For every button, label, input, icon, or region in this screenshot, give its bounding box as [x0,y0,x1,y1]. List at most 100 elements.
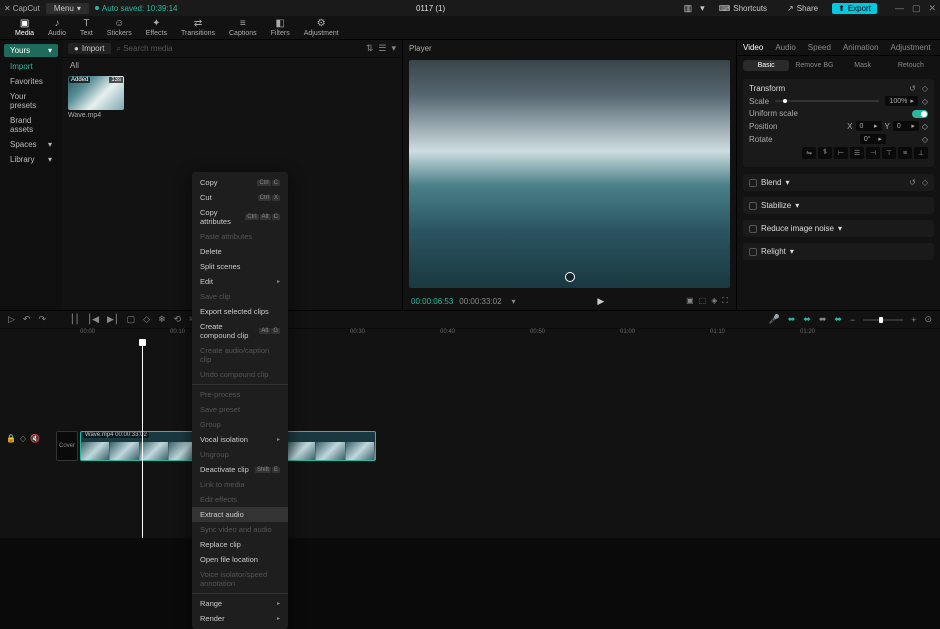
menu-button[interactable]: Menu ▾ [46,3,89,14]
zoom-slider[interactable] [863,319,903,321]
sidebar-item-library[interactable]: Library▾ [4,152,58,167]
menu-item-split-scenes[interactable]: Split scenes [192,259,288,274]
module-tab-filters[interactable]: ◧Filters [264,19,297,39]
layout-dropdown-icon[interactable]: ▾ [700,3,705,14]
menu-item-copy-attributes[interactable]: Copy attributesCtrlAltC [192,205,288,229]
sidebar-item-spaces[interactable]: Spaces▾ [4,137,58,152]
trim-right-icon[interactable]: ▶⎮ [107,314,119,325]
center-handle-icon[interactable] [565,272,575,282]
track-mute-icon[interactable]: 🔇 [30,434,40,443]
video-preview[interactable] [409,60,730,288]
play-button[interactable]: ▶ [522,296,681,307]
source-dropdown[interactable]: Yours▾ [4,44,58,57]
keyframe-icon[interactable]: ◇ [922,84,928,93]
inspector-tab-video[interactable]: Video [743,43,763,52]
extract-icon[interactable]: ◇ [143,314,150,325]
rotate-keyframe-icon[interactable]: ◇ [922,135,928,144]
playhead[interactable] [142,343,143,538]
sidebar-item-favorites[interactable]: Favorites [4,74,58,89]
module-tab-media[interactable]: ▣Media [8,19,41,39]
menu-item-export-selected-clips[interactable]: Export selected clips [192,304,288,319]
compare-icon[interactable]: ▣ [686,296,694,306]
menu-item-extract-audio[interactable]: Extract audio [192,507,288,522]
zoom-in-icon[interactable]: + [911,315,916,325]
media-thumb[interactable]: Added 13s Wave.mp4 [68,76,124,119]
undo-icon[interactable]: ↶ [23,314,31,325]
stabilize-checkbox[interactable] [749,202,757,210]
sidebar-item-brand-assets[interactable]: Brand assets [4,113,58,137]
import-button[interactable]: ● Import [68,43,111,54]
pos-y-input[interactable]: 0▸ [893,121,919,131]
menu-item-open-file-location[interactable]: Open file location [192,552,288,567]
blend-section[interactable]: Blend ▾ ↺◇ [743,174,934,191]
blend-checkbox[interactable] [749,179,757,187]
align-t-icon[interactable]: ⊤ [882,147,896,159]
menu-item-delete[interactable]: Delete [192,244,288,259]
export-button[interactable]: ⬆ Export [832,3,877,14]
menu-item-deactivate-clip[interactable]: Deactivate clipShiftE [192,462,288,477]
noise-checkbox[interactable] [749,225,757,233]
inspector-tab-audio[interactable]: Audio [775,43,795,52]
module-tab-text[interactable]: TText [73,19,100,39]
inspector-subtab-mask[interactable]: Mask [840,60,886,71]
menu-item-vocal-isolation[interactable]: Vocal isolation▸ [192,432,288,447]
cover-button[interactable]: Cover [56,431,78,461]
sidebar-item-import[interactable]: Import [4,59,58,74]
ratio-icon[interactable]: ⬚ [699,296,707,306]
track-lock-icon[interactable]: 🔒 [6,434,16,443]
scale-keyframe-icon[interactable]: ◇ [922,97,928,106]
module-tab-adjustment[interactable]: ⚙Adjustment [297,19,346,39]
track-toggle-3-icon[interactable]: ⬌ [819,314,827,325]
split-icon[interactable]: ⎮⎮ [70,314,79,325]
menu-item-edit[interactable]: Edit▸ [192,274,288,289]
module-tab-stickers[interactable]: ☺Stickers [100,19,139,39]
inspector-subtab-remove-bg[interactable]: Remove BG [791,60,837,71]
inspector-tab-adjustment[interactable]: Adjustment [891,43,931,52]
module-tab-transitions[interactable]: ⇄Transitions [174,19,222,39]
shortcuts-button[interactable]: ⌨ Shortcuts [713,3,773,14]
align-r-icon[interactable]: ⊣ [866,147,880,159]
zoom-level-icon[interactable]: ▾ [512,297,516,306]
flip-v-icon[interactable]: ⥮ [818,147,832,159]
zoom-fit-icon[interactable]: ⊙ [924,314,932,325]
menu-item-render[interactable]: Render▸ [192,611,288,626]
reduce-noise-section[interactable]: Reduce image noise ▾ [743,220,934,237]
trim-left-icon[interactable]: ⎮◀ [87,314,99,325]
track-toggle-4-icon[interactable]: ⬌ [834,314,842,325]
mic-icon[interactable]: 🎤 [769,314,780,325]
pos-x-input[interactable]: 0▸ [856,121,882,131]
module-tab-audio[interactable]: ♪Audio [41,19,73,39]
flip-h-icon[interactable]: ⇋ [802,147,816,159]
inspector-subtab-basic[interactable]: Basic [743,60,789,71]
align-m-icon[interactable]: ≡ [898,147,912,159]
scale-value[interactable]: 100%▸ [885,96,917,106]
menu-item-create-compound-clip[interactable]: Create compound clipAltG [192,319,288,343]
align-b-icon[interactable]: ⊥ [914,147,928,159]
scale-slider[interactable] [775,100,879,102]
sort-icon[interactable]: ⇅ [366,43,374,54]
module-tab-captions[interactable]: ≡Captions [222,19,264,39]
stabilize-section[interactable]: Stabilize ▾ [743,197,934,214]
timeline-tracks[interactable]: 🔒 ◇ 🔇 Cover Wave.mp4 00:00:33:02 [0,343,940,538]
grid-view-icon[interactable]: ▾ [391,43,396,54]
relight-section[interactable]: Relight ▾ [743,243,934,260]
freeze-icon[interactable]: ❄ [158,314,166,325]
zoom-out-icon[interactable]: − [850,315,855,325]
inspector-subtab-retouch[interactable]: Retouch [888,60,934,71]
delete-icon[interactable]: ▢ [127,314,136,325]
sidebar-item-your-presets[interactable]: Your presets [4,89,58,113]
menu-item-range[interactable]: Range▸ [192,596,288,611]
search-input[interactable]: ⌕ Search media [117,44,360,54]
redo-icon[interactable]: ↷ [38,314,46,325]
share-button[interactable]: ↗ Share [781,3,824,14]
menu-item-cut[interactable]: CutCtrlX [192,190,288,205]
window-maximize-icon[interactable]: ▢ [912,3,921,14]
menu-item-copy[interactable]: CopyCtrlC [192,175,288,190]
align-l-icon[interactable]: ⊢ [834,147,848,159]
position-keyframe-icon[interactable]: ◇ [922,122,928,131]
layout-icon[interactable]: ▥ [684,3,693,14]
pointer-tool-icon[interactable]: ▷ [8,314,15,325]
keyframe-icon[interactable]: ◇ [922,178,928,187]
reverse-icon[interactable]: ⟲ [174,314,182,325]
list-view-icon[interactable]: ☰ [378,43,386,54]
